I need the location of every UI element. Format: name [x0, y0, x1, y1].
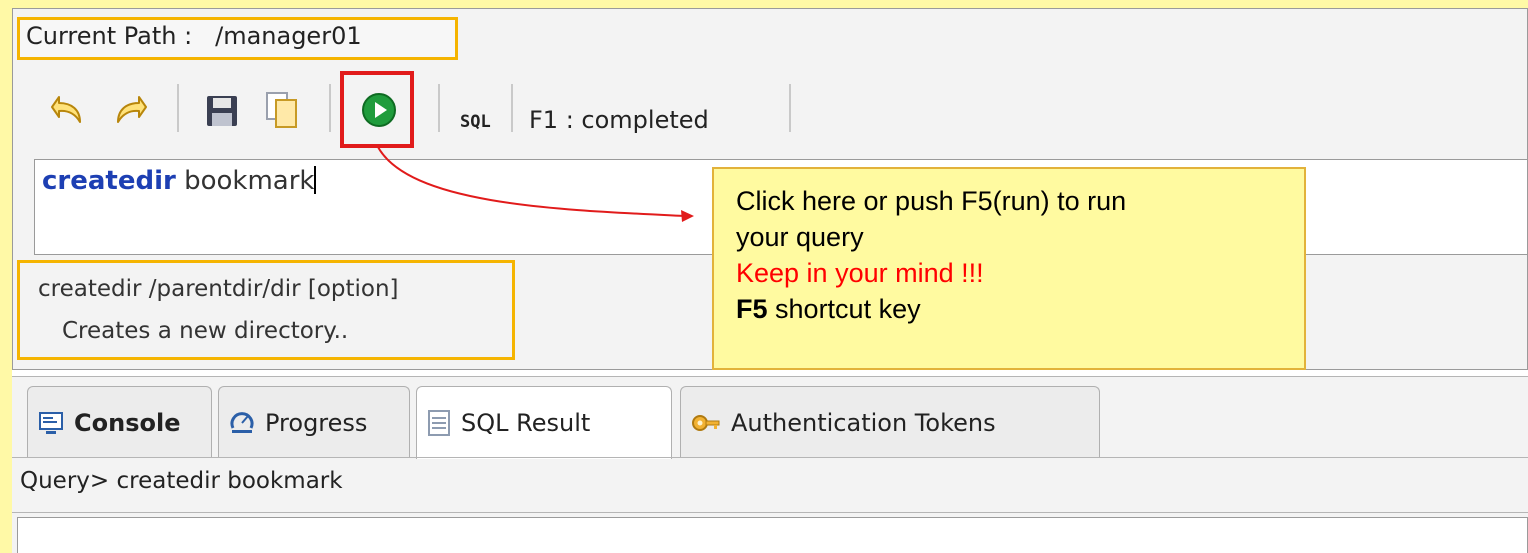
progress-icon — [229, 410, 255, 436]
tab-sql-result-label: SQL Result — [461, 409, 591, 437]
console-icon — [38, 410, 64, 436]
result-divider — [12, 512, 1528, 513]
tab-console-label: Console — [74, 408, 181, 437]
tab-console[interactable]: Console — [27, 386, 212, 458]
tab-progress-label: Progress — [265, 408, 368, 437]
tab-progress[interactable]: Progress — [218, 386, 410, 458]
callout-line-1: Click here or push F5(run) to run — [736, 186, 1127, 216]
tip-callout: Click here or push F5(run) to run your q… — [712, 167, 1306, 370]
callout-shortcut-text: shortcut key — [775, 294, 921, 324]
query-result-text: Query> createdir bookmark — [20, 468, 343, 494]
callout-line-2: your query — [736, 222, 864, 252]
callout-shortcut: F5 shortcut key — [736, 291, 1304, 327]
result-output-area[interactable] — [17, 517, 1528, 553]
key-icon — [691, 410, 721, 436]
tab-authentication-tokens[interactable]: Authentication Tokens — [680, 386, 1100, 458]
table-icon — [427, 409, 451, 437]
callout-shortcut-key: F5 — [736, 294, 768, 324]
tab-authentication-tokens-label: Authentication Tokens — [731, 408, 996, 437]
callout-warning: Keep in your mind !!! — [736, 258, 984, 288]
tab-sql-result[interactable]: SQL Result — [416, 386, 672, 459]
tabs-divider — [12, 457, 1528, 458]
